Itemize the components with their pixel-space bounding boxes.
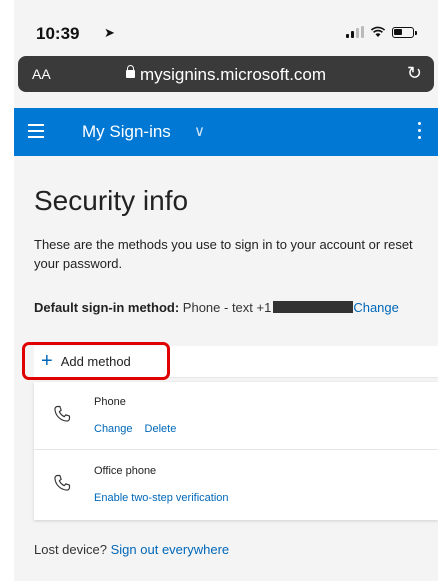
status-time: 10:39 (36, 24, 80, 43)
wifi-icon (370, 26, 386, 37)
redacted-phone-number (273, 301, 354, 313)
default-method-value: Phone - text +1 (182, 300, 272, 315)
phone-screen: 10:39 ➤ AA mysignins.microsoft.com ↻ My … (14, 0, 438, 581)
url-display[interactable]: mysignins.microsoft.com (18, 65, 434, 85)
phone-icon (54, 474, 71, 491)
hamburger-menu-icon[interactable] (28, 124, 44, 138)
reload-icon[interactable]: ↻ (407, 63, 422, 84)
method-name: Office phone (94, 465, 157, 477)
app-title[interactable]: My Sign-ins (82, 122, 171, 142)
methods-list: Phone Change Delete Office phone Enable t… (34, 382, 438, 520)
change-phone-link[interactable]: Change (94, 423, 133, 435)
lost-device-line: Lost device? Sign out everywhere (34, 542, 229, 557)
method-item-office-phone: Office phone Enable two-step verificatio… (34, 451, 438, 519)
sign-out-everywhere-link[interactable]: Sign out everywhere (111, 542, 230, 557)
more-options-icon[interactable] (418, 122, 422, 143)
enable-two-step-verification-link[interactable]: Enable two-step verification (94, 492, 229, 504)
add-method-label: Add method (60, 353, 131, 369)
lock-icon (125, 65, 135, 80)
app-header: My Sign-ins ∨ (14, 108, 438, 156)
phone-icon (54, 405, 71, 422)
location-arrow-icon: ➤ (104, 25, 115, 40)
chevron-down-icon[interactable]: ∨ (194, 122, 205, 140)
method-name: Phone (94, 396, 126, 408)
page-title: Security info (34, 185, 189, 216)
signal-icon (346, 26, 364, 38)
method-actions: Change Delete (94, 423, 188, 435)
add-method-button[interactable]: + Add method (22, 342, 170, 380)
delete-phone-link[interactable]: Delete (145, 423, 177, 435)
lost-device-text: Lost device? (34, 542, 107, 557)
method-actions: Enable two-step verification (94, 492, 241, 504)
default-sign-in-method: Default sign-in method: Phone - text +1 C… (34, 300, 399, 315)
browser-url-bar[interactable]: AA mysignins.microsoft.com ↻ (18, 56, 434, 92)
status-icons (346, 26, 417, 38)
url-text: mysignins.microsoft.com (139, 65, 327, 84)
method-item-phone: Phone Change Delete (34, 382, 438, 450)
plus-icon: + (41, 350, 53, 372)
battery-icon (392, 26, 417, 38)
status-bar: 10:39 ➤ (14, 0, 438, 56)
default-method-label: Default sign-in method: (34, 300, 180, 315)
change-default-method-link[interactable]: Change (353, 300, 399, 315)
page-description: These are the methods you use to sign in… (34, 237, 413, 271)
